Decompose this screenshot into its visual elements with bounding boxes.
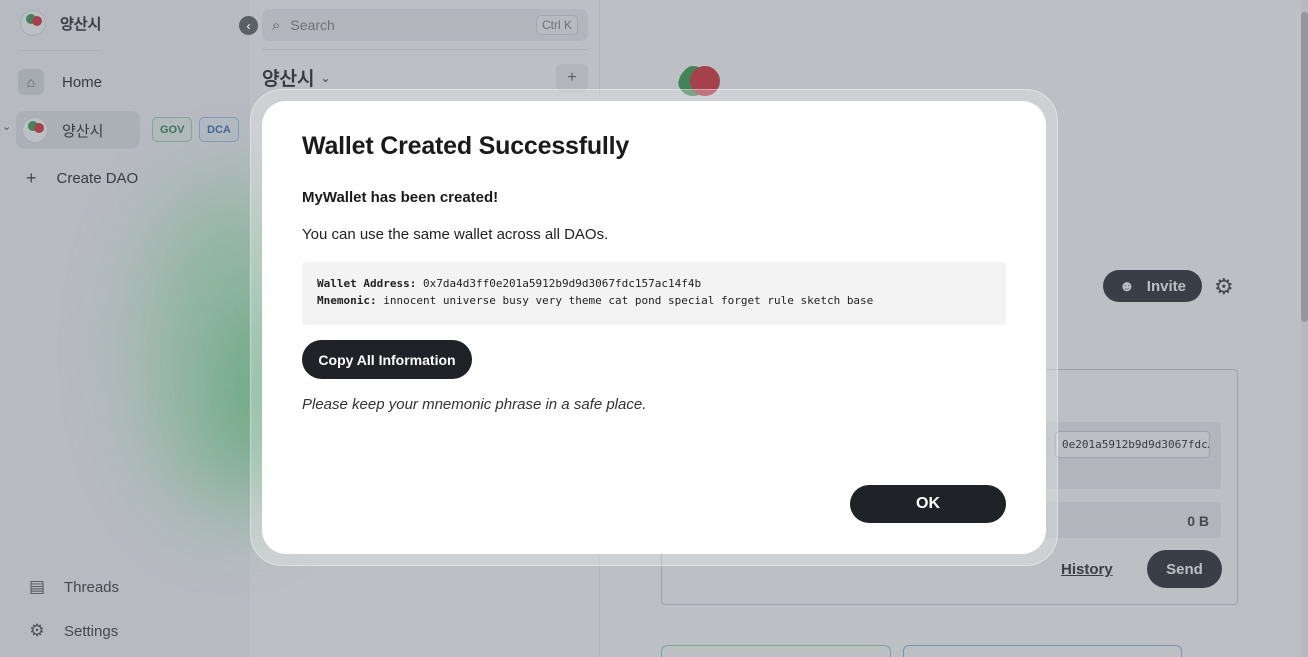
dialog-title: Wallet Created Successfully (302, 132, 630, 160)
wallet-address-label: Wallet Address: (317, 277, 417, 290)
collapse-sidebar-button[interactable]: ‹ (239, 16, 258, 35)
wallet-created-dialog: Wallet Created Successfully MyWallet has… (262, 101, 1046, 554)
ok-button[interactable]: OK (850, 485, 1006, 523)
dialog-subtitle: MyWallet has been created! (302, 189, 499, 206)
dialog-description: You can use the same wallet across all D… (302, 226, 609, 243)
wallet-info-box: Wallet Address: 0x7da4d3ff0e201a5912b9d9… (302, 262, 1006, 325)
mnemonic-value: innocent universe busy very theme cat po… (383, 294, 874, 307)
wallet-address-row: Wallet Address: 0x7da4d3ff0e201a5912b9d9… (317, 275, 991, 292)
dialog-note: Please keep your mnemonic phrase in a sa… (302, 396, 647, 413)
copy-all-button[interactable]: Copy All Information (302, 340, 472, 379)
mnemonic-row: Mnemonic: innocent universe busy very th… (317, 292, 991, 309)
mnemonic-label: Mnemonic: (317, 294, 377, 307)
wallet-address-value: 0x7da4d3ff0e201a5912b9d9d3067fdc157ac14f… (422, 277, 702, 290)
